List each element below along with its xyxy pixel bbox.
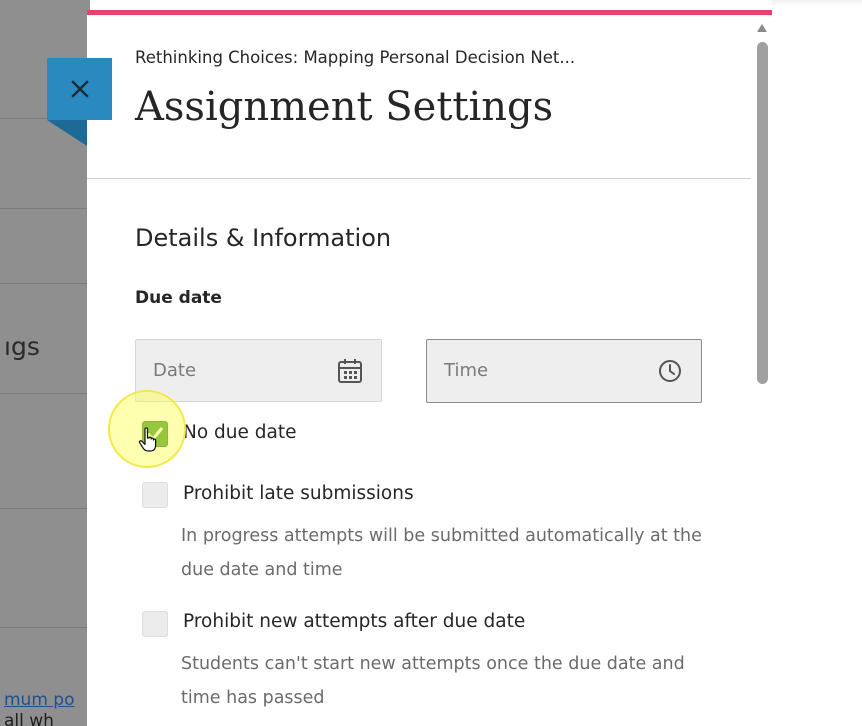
- date-placeholder: Date: [153, 360, 197, 381]
- prohibit-new-attempts-checkbox[interactable]: [142, 611, 168, 637]
- time-placeholder: Time: [444, 360, 489, 381]
- background-divider: [0, 283, 90, 284]
- due-date-input[interactable]: Date: [135, 339, 382, 402]
- prohibit-late-submissions-label[interactable]: Prohibit late submissions: [183, 483, 414, 504]
- prohibit-late-submissions-help: In progress attempts will be submitted a…: [181, 526, 702, 580]
- scrollbar-thumb[interactable]: [757, 42, 768, 384]
- no-due-date-checkbox[interactable]: [142, 421, 168, 447]
- prohibit-new-attempts-help: Students can't start new attempts once t…: [181, 654, 685, 708]
- section-heading: Details & Information: [135, 224, 392, 252]
- prohibit-late-submissions-checkbox[interactable]: [142, 482, 168, 508]
- background-heading: ıgs: [4, 332, 40, 361]
- header-divider: [87, 178, 751, 179]
- panel-accent-bar: [87, 10, 772, 15]
- background-divider: [0, 208, 90, 209]
- close-button-tail: [47, 120, 87, 146]
- background-text: all wh: [4, 711, 54, 726]
- background-divider: [0, 508, 90, 509]
- background-divider: [0, 393, 90, 394]
- background-divider: [0, 627, 90, 628]
- clock-icon[interactable]: [657, 358, 683, 384]
- page-title: Assignment Settings: [135, 84, 554, 130]
- due-time-input[interactable]: Time: [426, 339, 702, 403]
- page-margin-shadow: [772, 0, 862, 6]
- breadcrumb: Rethinking Choices: Mapping Personal Dec…: [135, 48, 576, 67]
- checkmark-icon: [146, 427, 164, 442]
- page-margin: [772, 0, 862, 726]
- prohibit-new-attempts-label[interactable]: Prohibit new attempts after due date: [183, 611, 525, 632]
- no-due-date-label[interactable]: No due date: [183, 422, 296, 443]
- background-link[interactable]: mum po: [4, 690, 75, 710]
- scroll-up-arrow-icon[interactable]: [757, 24, 767, 32]
- calendar-icon[interactable]: [337, 358, 363, 384]
- due-date-label: Due date: [135, 288, 222, 308]
- close-icon: [70, 80, 89, 98]
- assignment-settings-panel: Rethinking Choices: Mapping Personal Dec…: [87, 10, 772, 726]
- close-panel-button[interactable]: [47, 58, 112, 120]
